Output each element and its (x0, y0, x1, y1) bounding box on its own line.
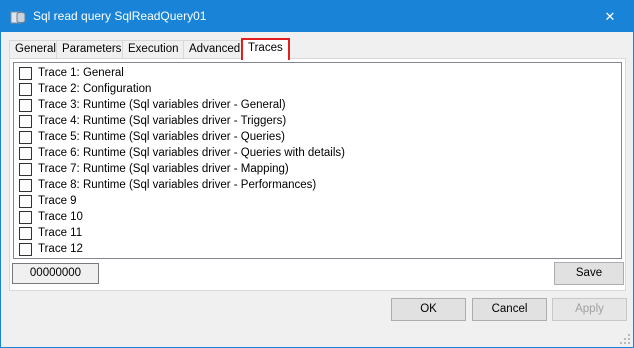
trace-item-2[interactable]: Trace 2: Configuration (19, 81, 151, 97)
tab-traces[interactable]: Traces (241, 38, 290, 60)
trace-label: Trace 3: Runtime (Sql variables driver -… (38, 99, 286, 111)
trace-item-12[interactable]: Trace 12 (19, 241, 83, 257)
trace-label: Trace 12 (38, 243, 83, 255)
apply-button: Apply (552, 298, 627, 321)
trace-label: Trace 1: General (38, 67, 124, 79)
trace-mask-field: 00000000 (12, 263, 99, 284)
resize-grip-icon[interactable] (619, 333, 630, 344)
trace-checkbox[interactable] (19, 210, 32, 224)
trace-item-1[interactable]: Trace 1: General (19, 65, 124, 81)
trace-label: Trace 4: Runtime (Sql variables driver -… (38, 115, 287, 127)
tab-parameters[interactable]: Parameters (56, 40, 128, 59)
trace-label: Trace 8: Runtime (Sql variables driver -… (38, 179, 317, 191)
trace-checkbox[interactable] (19, 242, 32, 256)
close-icon: ✕ (604, 8, 616, 24)
trace-item-8[interactable]: Trace 8: Runtime (Sql variables driver -… (19, 177, 316, 193)
save-button[interactable]: Save (554, 262, 624, 285)
cancel-button[interactable]: Cancel (472, 298, 547, 321)
trace-checkbox[interactable] (19, 178, 32, 192)
tab-execution[interactable]: Execution (122, 40, 185, 59)
trace-item-9[interactable]: Trace 9 (19, 193, 77, 209)
trace-checklist[interactable]: Trace 1: General Trace 2: Configuration … (13, 62, 622, 259)
window-title: Sql read query SqlReadQuery01 (33, 9, 207, 23)
trace-item-6[interactable]: Trace 6: Runtime (Sql variables driver -… (19, 145, 345, 161)
trace-checkbox[interactable] (19, 162, 32, 176)
close-button[interactable]: ✕ (587, 1, 633, 32)
trace-item-3[interactable]: Trace 3: Runtime (Sql variables driver -… (19, 97, 286, 113)
trace-label: Trace 11 (38, 227, 83, 239)
trace-checkbox[interactable] (19, 226, 32, 240)
trace-checkbox[interactable] (19, 146, 32, 160)
trace-item-10[interactable]: Trace 10 (19, 209, 83, 225)
trace-item-5[interactable]: Trace 5: Runtime (Sql variables driver -… (19, 129, 285, 145)
tab-general[interactable]: General (9, 40, 62, 59)
trace-item-7[interactable]: Trace 7: Runtime (Sql variables driver -… (19, 161, 289, 177)
trace-checkbox[interactable] (19, 114, 32, 128)
dialog-window: Sql read query SqlReadQuery01 ✕ General … (0, 0, 634, 348)
trace-item-4[interactable]: Trace 4: Runtime (Sql variables driver -… (19, 113, 286, 129)
trace-checkbox[interactable] (19, 82, 32, 96)
traces-panel: Trace 1: General Trace 2: Configuration … (9, 58, 626, 291)
title-bar[interactable]: Sql read query SqlReadQuery01 ✕ (1, 1, 633, 32)
trace-checkbox[interactable] (19, 194, 32, 208)
trace-label: Trace 7: Runtime (Sql variables driver -… (38, 163, 289, 175)
trace-checkbox[interactable] (19, 98, 32, 112)
trace-item-11[interactable]: Trace 11 (19, 225, 82, 241)
ok-button[interactable]: OK (391, 298, 466, 321)
trace-label: Trace 10 (38, 211, 83, 223)
trace-label: Trace 6: Runtime (Sql variables driver -… (38, 147, 345, 159)
database-icon (10, 9, 26, 25)
trace-label: Trace 5: Runtime (Sql variables driver -… (38, 131, 285, 143)
trace-checkbox[interactable] (19, 130, 32, 144)
trace-label: Trace 9 (38, 195, 77, 207)
trace-label: Trace 2: Configuration (38, 83, 152, 95)
trace-checkbox[interactable] (19, 66, 32, 80)
tab-advanced[interactable]: Advanced (183, 40, 247, 59)
